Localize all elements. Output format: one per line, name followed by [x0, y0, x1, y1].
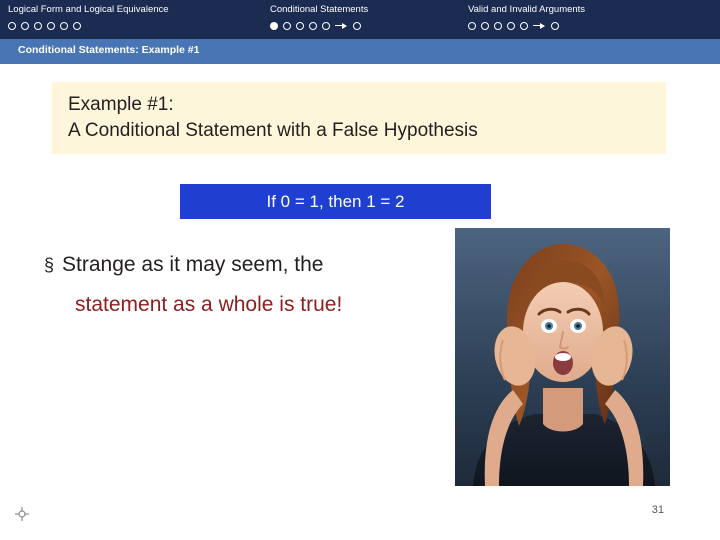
- progress-dot[interactable]: [551, 22, 559, 30]
- progress-dot[interactable]: [309, 22, 317, 30]
- bullet-row: § Strange as it may seem, the: [44, 250, 504, 280]
- progress-dot[interactable]: [21, 22, 29, 30]
- nav-group-logical-form[interactable]: Logical Form and Logical Equivalence: [8, 4, 169, 32]
- progress-dot[interactable]: [47, 22, 55, 30]
- conditional-statement-text: If 0 = 1, then 1 = 2: [266, 191, 405, 211]
- nav-group-title: Conditional Statements: [270, 4, 369, 15]
- progress-dot[interactable]: [353, 22, 361, 30]
- progress-dot[interactable]: [34, 22, 42, 30]
- breadcrumb-bar: Conditional Statements: Example #1: [0, 39, 720, 64]
- progress-dot[interactable]: [322, 22, 330, 30]
- progress-dot[interactable]: [507, 22, 515, 30]
- nav-group-title: Logical Form and Logical Equivalence: [8, 4, 169, 15]
- top-navigation-bar: Logical Form and Logical Equivalence Con…: [0, 0, 720, 39]
- arrow-right-icon[interactable]: [533, 22, 546, 30]
- nav-progress-dots: [8, 20, 169, 32]
- page-number: 31: [651, 504, 664, 516]
- statement-highlight-box: If 0 = 1, then 1 = 2: [180, 184, 491, 219]
- nav-progress-dots: [270, 20, 368, 32]
- breadcrumb: Conditional Statements: Example #1: [18, 44, 200, 56]
- progress-dot[interactable]: [520, 22, 528, 30]
- nav-group-title: Valid and Invalid Arguments: [468, 4, 586, 15]
- progress-dot[interactable]: [73, 22, 81, 30]
- progress-dot[interactable]: [494, 22, 502, 30]
- page-title: Example #1:: [68, 94, 174, 115]
- progress-dot[interactable]: [296, 22, 304, 30]
- progress-dot[interactable]: [60, 22, 68, 30]
- progress-dot[interactable]: [8, 22, 16, 30]
- slide-title-box: Example #1: A Conditional Statement with…: [52, 82, 666, 154]
- progress-dot[interactable]: [481, 22, 489, 30]
- bullet-text-line-2: statement as a whole is true!: [75, 293, 343, 316]
- bullet-text-line-1: Strange as it may seem, the: [62, 253, 324, 276]
- bullet-block: § Strange as it may seem, the statement …: [44, 250, 504, 320]
- nav-group-conditional-statements[interactable]: Conditional Statements: [270, 4, 368, 32]
- progress-dot[interactable]: [283, 22, 291, 30]
- nav-group-valid-invalid-arguments[interactable]: Valid and Invalid Arguments: [468, 4, 585, 32]
- surprised-woman-photo: [455, 228, 670, 486]
- target-crosshair-icon: [14, 506, 30, 522]
- progress-dot[interactable]: [468, 22, 476, 30]
- photo-illustration: [455, 228, 670, 486]
- progress-dot-active[interactable]: [270, 22, 278, 30]
- nav-progress-dots: [468, 20, 585, 32]
- bullet-marker-icon: §: [44, 255, 55, 275]
- arrow-right-icon[interactable]: [335, 22, 348, 30]
- page-subtitle: A Conditional Statement with a False Hyp…: [68, 120, 478, 141]
